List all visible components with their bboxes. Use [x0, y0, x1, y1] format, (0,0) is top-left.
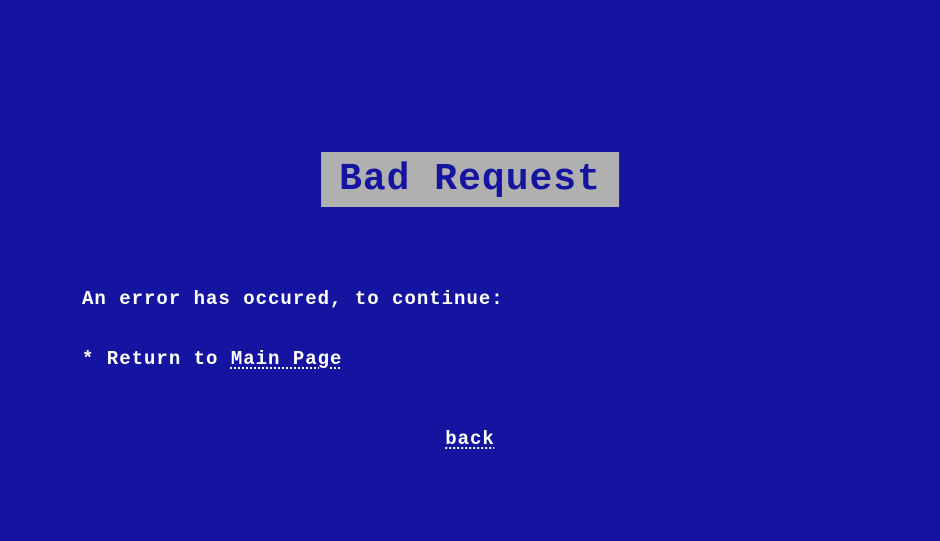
- error-title-band: Bad Request: [321, 152, 619, 207]
- back-link[interactable]: back: [445, 428, 495, 450]
- return-prefix: * Return to: [82, 348, 231, 370]
- back-line: back: [445, 428, 495, 450]
- main-page-link[interactable]: Main Page: [231, 348, 343, 370]
- error-title: Bad Request: [339, 158, 601, 201]
- error-message: An error has occured, to continue:: [82, 288, 504, 310]
- return-line: * Return to Main Page: [82, 348, 342, 370]
